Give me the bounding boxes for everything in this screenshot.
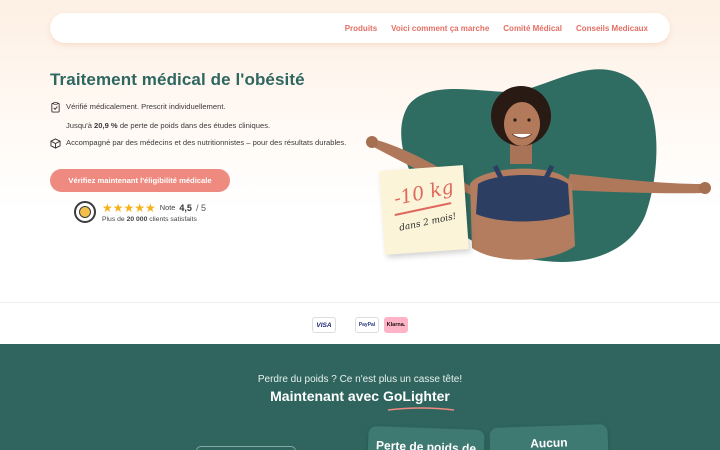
nav-link-produits[interactable]: Produits bbox=[345, 24, 377, 33]
trust-seal-icon bbox=[74, 201, 96, 223]
top-navbar: Produits Voici comment ça marche Comité … bbox=[50, 13, 670, 43]
clients-count-text: Plus de 20 000 clients satisfaits bbox=[102, 215, 197, 223]
feature-accompanied-text: Accompagné par des médecins et des nutri… bbox=[66, 138, 347, 147]
star-rating-icons: ★★★★★ bbox=[102, 200, 156, 215]
check-eligibility-button[interactable]: Vérifiez maintenant l'éligibilité médica… bbox=[50, 169, 230, 192]
visa-logo-icon: VISA bbox=[312, 317, 336, 333]
klarna-logo-icon: Klarna. bbox=[384, 317, 408, 333]
hero-title: Traitement médical de l'obésité bbox=[50, 70, 305, 89]
clipboard-check-icon bbox=[51, 102, 60, 113]
box-icon bbox=[50, 138, 61, 149]
nav-link-medical-committee[interactable]: Comité Médical bbox=[503, 24, 562, 33]
feature-verified: Vérifié médicalement. Prescrit individue… bbox=[50, 102, 366, 113]
payment-methods-strip: VISA PayPal Klarna. bbox=[0, 302, 720, 344]
rating-max: / 5 bbox=[195, 202, 206, 213]
nav-link-medical-advice[interactable]: Conseils Medicaux bbox=[576, 24, 648, 33]
benefit-card-none: Aucun bbox=[489, 423, 609, 450]
golighter-section: Perdre du poids ? Ce n'est plus un casse… bbox=[0, 344, 720, 450]
feature-weight-loss: Jusqu'à 20,9 % de perte de poids dans de… bbox=[50, 121, 366, 132]
card-outline-decoration bbox=[196, 446, 296, 450]
section-subtitle: Perdre du poids ? Ce n'est plus un casse… bbox=[257, 374, 463, 385]
weight-loss-sticky-note: -10 kg dans 2 mois! bbox=[379, 165, 469, 255]
sticky-note-main-text: -10 kg bbox=[392, 175, 456, 211]
section-title: Maintenant avec GoLighter bbox=[270, 388, 450, 404]
nav-link-how-it-works[interactable]: Voici comment ça marche bbox=[391, 24, 489, 33]
feature-accompanied: Accompagné par des médecins et des nutri… bbox=[50, 138, 366, 149]
rating-note-label: Note bbox=[159, 203, 176, 212]
rating-block: ★★★★★ Note 4,5 / 5 Plus de 20 000 client… bbox=[74, 201, 206, 223]
feature-verified-text: Vérifié médicalement. Prescrit individue… bbox=[66, 102, 226, 111]
weight-loss-highlight: 20,9 % bbox=[94, 121, 118, 130]
title-underline-decoration bbox=[387, 407, 455, 411]
feature-weight-loss-text: Jusqu'à 20,9 % de perte de poids dans de… bbox=[66, 121, 271, 130]
benefit-card-weight-loss: Perte de poids de bbox=[367, 425, 485, 450]
paypal-logo-icon: PayPal bbox=[355, 317, 379, 333]
rating-value: 4,5 bbox=[179, 202, 192, 213]
